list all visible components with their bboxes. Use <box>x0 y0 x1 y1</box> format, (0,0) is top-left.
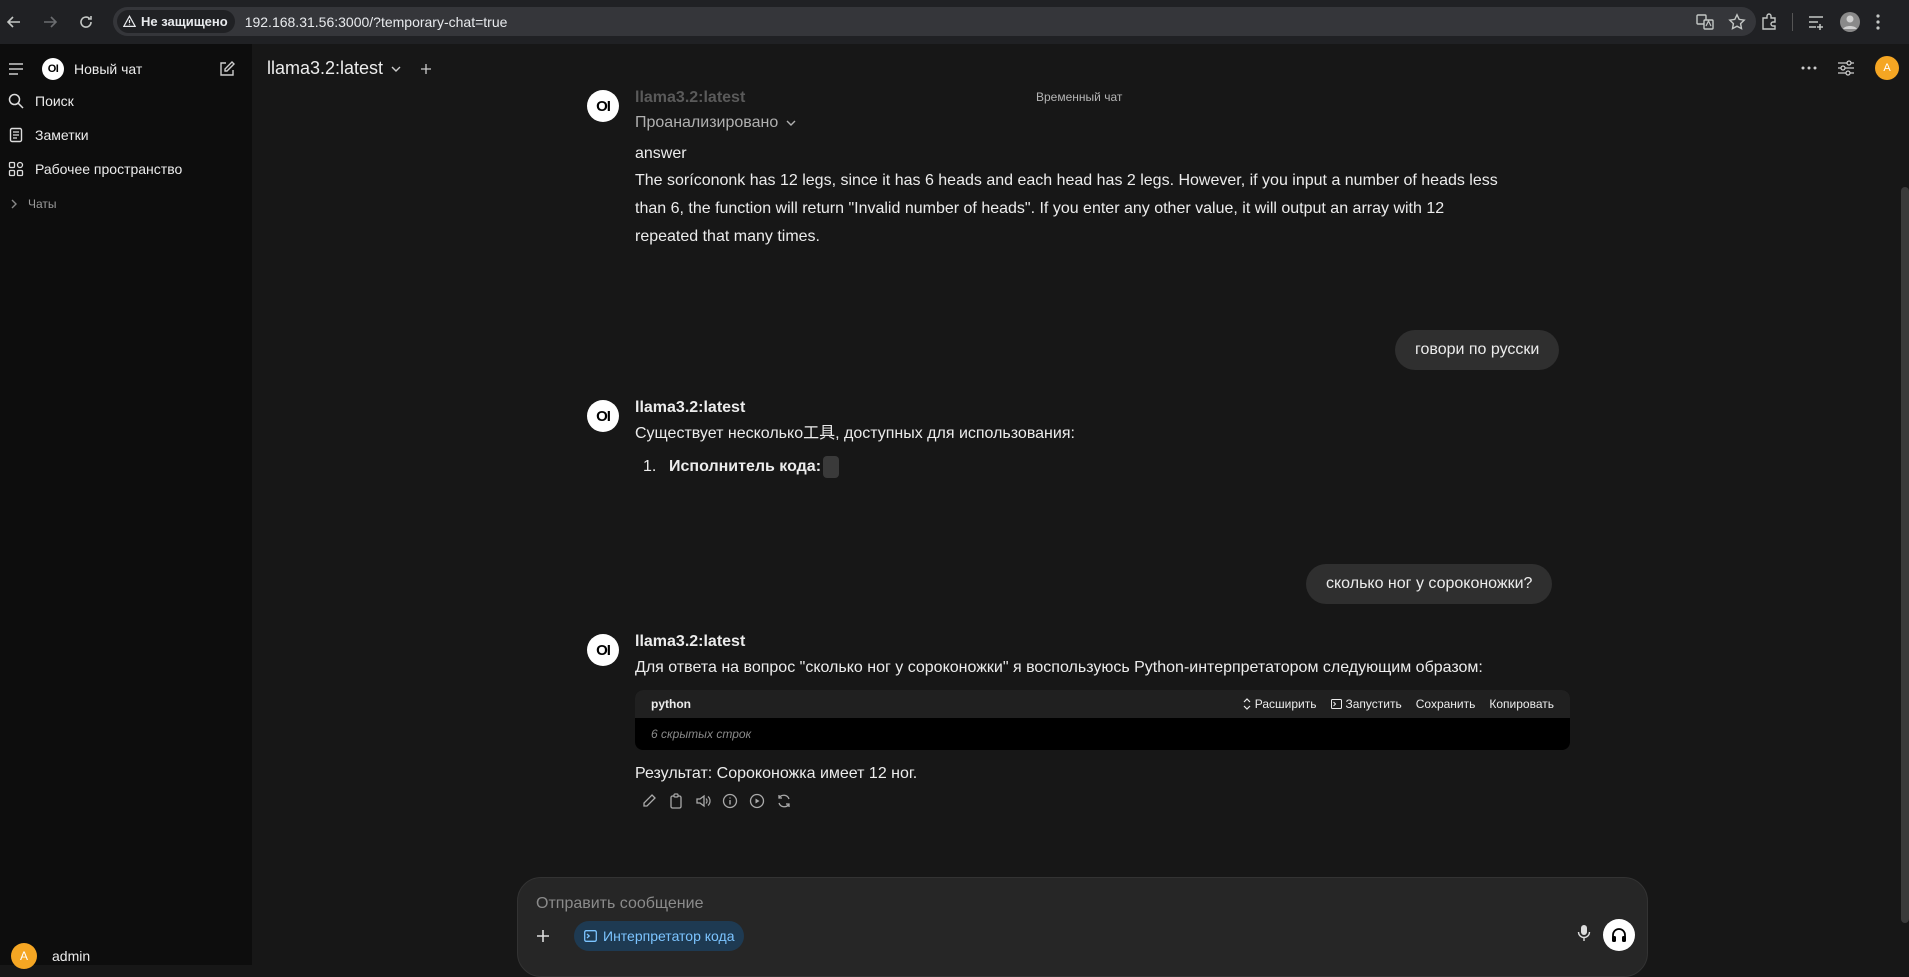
sidebar: OI Новый чат Поиск Заметки Рабочее прост… <box>0 44 252 969</box>
chat-main: llama3.2:latest A Временный чат OI llama… <box>252 44 1909 977</box>
sidebar-item-label: Заметки <box>35 127 89 143</box>
sidebar-item-notes[interactable]: Заметки <box>0 127 252 143</box>
chat-topbar: llama3.2:latest A <box>252 44 1909 96</box>
model-name: llama3.2:latest <box>635 633 746 650</box>
list-item-text: Исполнитель кода: <box>669 458 822 475</box>
scrollbar[interactable] <box>1901 187 1909 923</box>
new-chat-edit-icon[interactable] <box>218 60 236 78</box>
analyzed-status: Проанализировано <box>635 114 779 131</box>
headphones-icon <box>1612 928 1626 942</box>
play-icon[interactable] <box>749 793 765 809</box>
hidden-lines-note[interactable]: 6 скрытых строк <box>635 718 1570 750</box>
temporary-chat-label: Временный чат <box>1036 90 1123 104</box>
chats-section-label: Чаты <box>28 197 57 211</box>
model-name: llama3.2:latest <box>635 399 746 416</box>
workspace-icon <box>8 161 24 177</box>
expand-icon <box>1243 698 1251 710</box>
model-avatar: OI <box>587 90 619 122</box>
back-icon[interactable] <box>0 8 28 36</box>
message-line: The sorícononk has 12 legs, since it has… <box>635 172 1498 189</box>
list-number: 1. <box>643 458 657 475</box>
divider <box>1792 13 1793 31</box>
url-text: 192.168.31.56:3000/?temporary-chat=true <box>244 13 508 30</box>
forward-icon[interactable] <box>36 8 64 36</box>
copy-code-button[interactable]: Копировать <box>1489 697 1554 711</box>
list-item: 1. Исполнитель кода: <box>643 456 840 478</box>
bookmark-star-icon[interactable] <box>1728 12 1746 31</box>
reading-list-icon[interactable] <box>1807 13 1825 31</box>
save-code-button[interactable]: Сохранить <box>1416 697 1476 711</box>
user-name: admin <box>52 948 91 964</box>
model-name: llama3.2:latest <box>267 58 384 78</box>
browser-toolbar: Не защищено 192.168.31.56:3000/?temporar… <box>0 0 1909 44</box>
model-avatar: OI <box>587 634 619 666</box>
analyzed-toggle[interactable]: Проанализировано <box>635 114 796 132</box>
new-chat-button[interactable]: Новый чат <box>74 61 142 77</box>
sidebar-item-label: Рабочее пространство <box>35 161 183 177</box>
code-block: python Расширить Запустить Сохранить Коп… <box>635 690 1570 750</box>
translate-icon[interactable] <box>1696 13 1714 31</box>
run-code-label: Запустить <box>1345 697 1402 711</box>
profile-avatar-icon[interactable] <box>1839 11 1861 33</box>
sidebar-header: OI Новый чат <box>0 58 252 80</box>
terminal-icon <box>584 930 597 942</box>
message-line: than 6, the function will return "Invali… <box>635 200 1445 217</box>
expand-code-button[interactable]: Расширить <box>1243 697 1317 711</box>
sidebar-item-label: Поиск <box>35 93 74 109</box>
expand-code-label: Расширить <box>1254 697 1317 711</box>
answer-label: answer <box>635 145 687 162</box>
address-bar[interactable]: Не защищено 192.168.31.56:3000/?temporar… <box>113 7 1756 36</box>
model-name: llama3.2:latest <box>635 89 746 106</box>
message-text: Для ответа на вопрос "сколько ног у соро… <box>635 659 1483 676</box>
extensions-icon[interactable] <box>1760 13 1778 31</box>
more-options-icon[interactable] <box>1801 66 1817 70</box>
chats-section-toggle[interactable]: Чаты <box>0 197 252 211</box>
add-model-icon[interactable] <box>421 63 432 74</box>
inline-code-chip <box>823 456 840 478</box>
terminal-icon <box>1330 699 1342 709</box>
model-selector[interactable]: llama3.2:latest <box>267 58 432 79</box>
regenerate-icon[interactable] <box>776 793 792 809</box>
result-text: Результат: Сороконожка имеет 12 ног. <box>635 765 918 782</box>
app-logo: OI <box>42 58 64 80</box>
security-chip[interactable]: Не защищено <box>117 10 235 33</box>
speaker-icon[interactable] <box>695 793 711 809</box>
info-icon[interactable] <box>722 793 738 809</box>
code-block-header: python Расширить Запустить Сохранить Коп… <box>635 690 1570 718</box>
search-icon <box>8 93 24 109</box>
run-code-button[interactable]: Запустить <box>1330 697 1402 711</box>
message-input[interactable]: Отправить сообщение <box>536 895 703 913</box>
microphone-icon[interactable] <box>1577 924 1591 942</box>
code-language: python <box>651 697 691 711</box>
sidebar-item-workspace[interactable]: Рабочее пространство <box>0 161 252 177</box>
user-menu[interactable]: A admin <box>0 943 252 969</box>
user-message: говори по русски <box>1395 330 1560 370</box>
copy-icon[interactable] <box>668 793 684 809</box>
notes-icon <box>8 127 24 143</box>
controls-sliders-icon[interactable] <box>1837 60 1855 76</box>
sidebar-item-search[interactable]: Поиск <box>0 93 252 109</box>
browser-menu-icon[interactable] <box>1875 13 1881 31</box>
model-avatar: OI <box>587 400 619 432</box>
voice-mode-button[interactable] <box>1603 919 1635 951</box>
chevron-down-icon <box>391 65 401 73</box>
user-message: сколько ног у сороконожки? <box>1306 564 1553 604</box>
code-interpreter-toggle[interactable]: Интерпретатор кода <box>574 921 745 951</box>
chevron-right-icon <box>10 199 18 209</box>
message-actions <box>641 793 792 809</box>
chevron-down-icon <box>786 119 796 127</box>
security-label: Не защищено <box>141 14 228 29</box>
add-attachment-button[interactable] <box>530 923 556 949</box>
edit-icon[interactable] <box>641 793 657 809</box>
message-text: Существует несколько工具, доступных для ис… <box>635 425 1075 442</box>
sidebar-toggle-icon[interactable] <box>8 62 24 76</box>
code-interpreter-label: Интерпретатор кода <box>603 928 735 944</box>
message-line: repeated that many times. <box>635 228 820 245</box>
message-composer: Отправить сообщение Интерпретатор кода <box>517 877 1648 977</box>
avatar[interactable]: A <box>1875 56 1899 80</box>
reload-icon[interactable] <box>72 8 100 36</box>
avatar: A <box>11 943 37 969</box>
warning-icon <box>123 15 136 27</box>
